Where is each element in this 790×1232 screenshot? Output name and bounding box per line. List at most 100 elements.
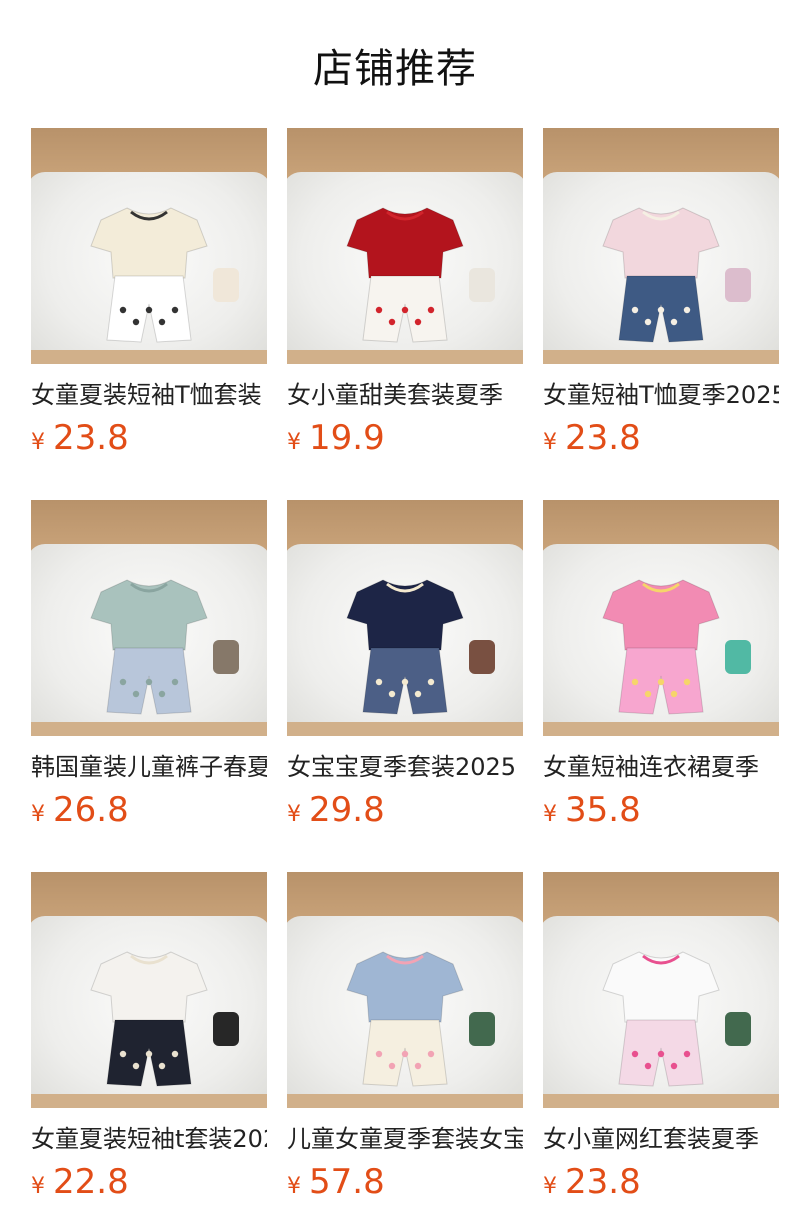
page-title: 店铺推荐 <box>313 46 477 92</box>
currency-symbol: ¥ <box>543 802 557 827</box>
product-image[interactable] <box>287 500 523 736</box>
pattern-dot <box>375 306 383 314</box>
pattern-dot <box>427 678 435 686</box>
pattern-dot <box>683 678 691 686</box>
product-card[interactable]: 女童夏装短袖t套装2025 ¥22.8 <box>31 872 267 1202</box>
pattern-dot <box>631 1050 639 1058</box>
pattern-dot <box>171 306 179 314</box>
product-image[interactable] <box>543 500 779 736</box>
product-title[interactable]: 女童夏装短袖T恤套装 <box>31 379 267 411</box>
pattern-dot <box>670 690 678 698</box>
product-grid: 女童夏装短袖T恤套装 ¥23.8 女小童甜美套装夏季 ¥19.9 女童短袖T恤夏… <box>31 128 781 1202</box>
garment-illustration <box>602 951 751 1087</box>
currency-symbol: ¥ <box>543 430 557 455</box>
pattern-dot <box>657 678 665 686</box>
pattern-dot <box>171 678 179 686</box>
accessory <box>469 268 495 302</box>
pattern-dot <box>145 1050 153 1058</box>
accessory <box>725 1012 751 1046</box>
currency-symbol: ¥ <box>543 1174 557 1199</box>
accessory <box>213 640 239 674</box>
product-title[interactable]: 韩国童装儿童裤子春夏 <box>31 751 267 783</box>
pattern-dot <box>158 690 166 698</box>
currency-symbol: ¥ <box>31 802 45 827</box>
product-image[interactable] <box>287 872 523 1108</box>
pattern-dot <box>657 306 665 314</box>
garment-illustration <box>602 207 751 343</box>
product-price: ¥35.8 <box>543 790 779 830</box>
product-title[interactable]: 女小童网红套装夏季 <box>543 1123 779 1155</box>
product-image[interactable] <box>543 128 779 364</box>
product-card[interactable]: 儿童女童夏季套装女宝 ¥57.8 <box>287 872 523 1202</box>
pattern-dot <box>401 1050 409 1058</box>
pattern-dot <box>375 678 383 686</box>
product-price: ¥22.8 <box>31 1162 267 1202</box>
currency-symbol: ¥ <box>31 1174 45 1199</box>
pattern-dot <box>670 1062 678 1070</box>
garment-illustration <box>346 579 495 715</box>
pattern-dot <box>132 690 140 698</box>
product-image[interactable] <box>287 128 523 364</box>
pattern-dot <box>388 1062 396 1070</box>
pattern-dot <box>158 1062 166 1070</box>
product-title[interactable]: 女宝宝夏季套装2025 <box>287 751 523 783</box>
pattern-dot <box>119 678 127 686</box>
currency-symbol: ¥ <box>287 430 301 455</box>
product-image[interactable] <box>31 500 267 736</box>
price-amount: 29.8 <box>309 790 385 830</box>
product-image[interactable] <box>543 872 779 1108</box>
pattern-dot <box>644 318 652 326</box>
pattern-dot <box>670 318 678 326</box>
product-price: ¥57.8 <box>287 1162 523 1202</box>
accessory <box>213 1012 239 1046</box>
pattern-dot <box>375 1050 383 1058</box>
product-price: ¥23.8 <box>31 418 267 458</box>
product-image[interactable] <box>31 128 267 364</box>
pattern-dot <box>644 690 652 698</box>
pattern-dot <box>119 306 127 314</box>
price-amount: 26.8 <box>53 790 129 830</box>
product-card[interactable]: 女宝宝夏季套装2025 ¥29.8 <box>287 500 523 830</box>
garment-illustration <box>90 579 239 715</box>
product-card[interactable]: 女童短袖连衣裙夏季 ¥35.8 <box>543 500 779 830</box>
pattern-dot <box>388 318 396 326</box>
pattern-dot <box>683 1050 691 1058</box>
price-amount: 19.9 <box>309 418 385 458</box>
product-card[interactable]: 韩国童装儿童裤子春夏 ¥26.8 <box>31 500 267 830</box>
garment-illustration <box>346 207 495 343</box>
product-title[interactable]: 女小童甜美套装夏季 <box>287 379 523 411</box>
product-card[interactable]: 女小童甜美套装夏季 ¥19.9 <box>287 128 523 458</box>
pattern-dot <box>657 1050 665 1058</box>
accessory <box>725 268 751 302</box>
garment-illustration <box>90 207 239 343</box>
currency-symbol: ¥ <box>287 1174 301 1199</box>
pattern-dot <box>388 690 396 698</box>
pattern-dot <box>119 1050 127 1058</box>
pattern-dot <box>401 306 409 314</box>
accessory <box>469 1012 495 1046</box>
product-card[interactable]: 女童短袖T恤夏季2025 ¥23.8 <box>543 128 779 458</box>
pattern-dot <box>414 318 422 326</box>
accessory <box>213 268 239 302</box>
pattern-dot <box>631 678 639 686</box>
product-price: ¥26.8 <box>31 790 267 830</box>
product-title[interactable]: 女童短袖T恤夏季2025 <box>543 379 779 411</box>
product-title[interactable]: 儿童女童夏季套装女宝 <box>287 1123 523 1155</box>
product-card[interactable]: 女小童网红套装夏季 ¥23.8 <box>543 872 779 1202</box>
product-card[interactable]: 女童夏装短袖T恤套装 ¥23.8 <box>31 128 267 458</box>
product-price: ¥23.8 <box>543 1162 779 1202</box>
product-title[interactable]: 女童短袖连衣裙夏季 <box>543 751 779 783</box>
price-amount: 23.8 <box>565 418 641 458</box>
pattern-dot <box>427 306 435 314</box>
price-amount: 22.8 <box>53 1162 129 1202</box>
price-amount: 23.8 <box>565 1162 641 1202</box>
product-price: ¥23.8 <box>543 418 779 458</box>
garment-illustration <box>602 579 751 715</box>
product-image[interactable] <box>31 872 267 1108</box>
pattern-dot <box>145 306 153 314</box>
pattern-dot <box>132 1062 140 1070</box>
product-title[interactable]: 女童夏装短袖t套装2025 <box>31 1123 267 1155</box>
product-price: ¥29.8 <box>287 790 523 830</box>
pattern-dot <box>158 318 166 326</box>
pattern-dot <box>644 1062 652 1070</box>
